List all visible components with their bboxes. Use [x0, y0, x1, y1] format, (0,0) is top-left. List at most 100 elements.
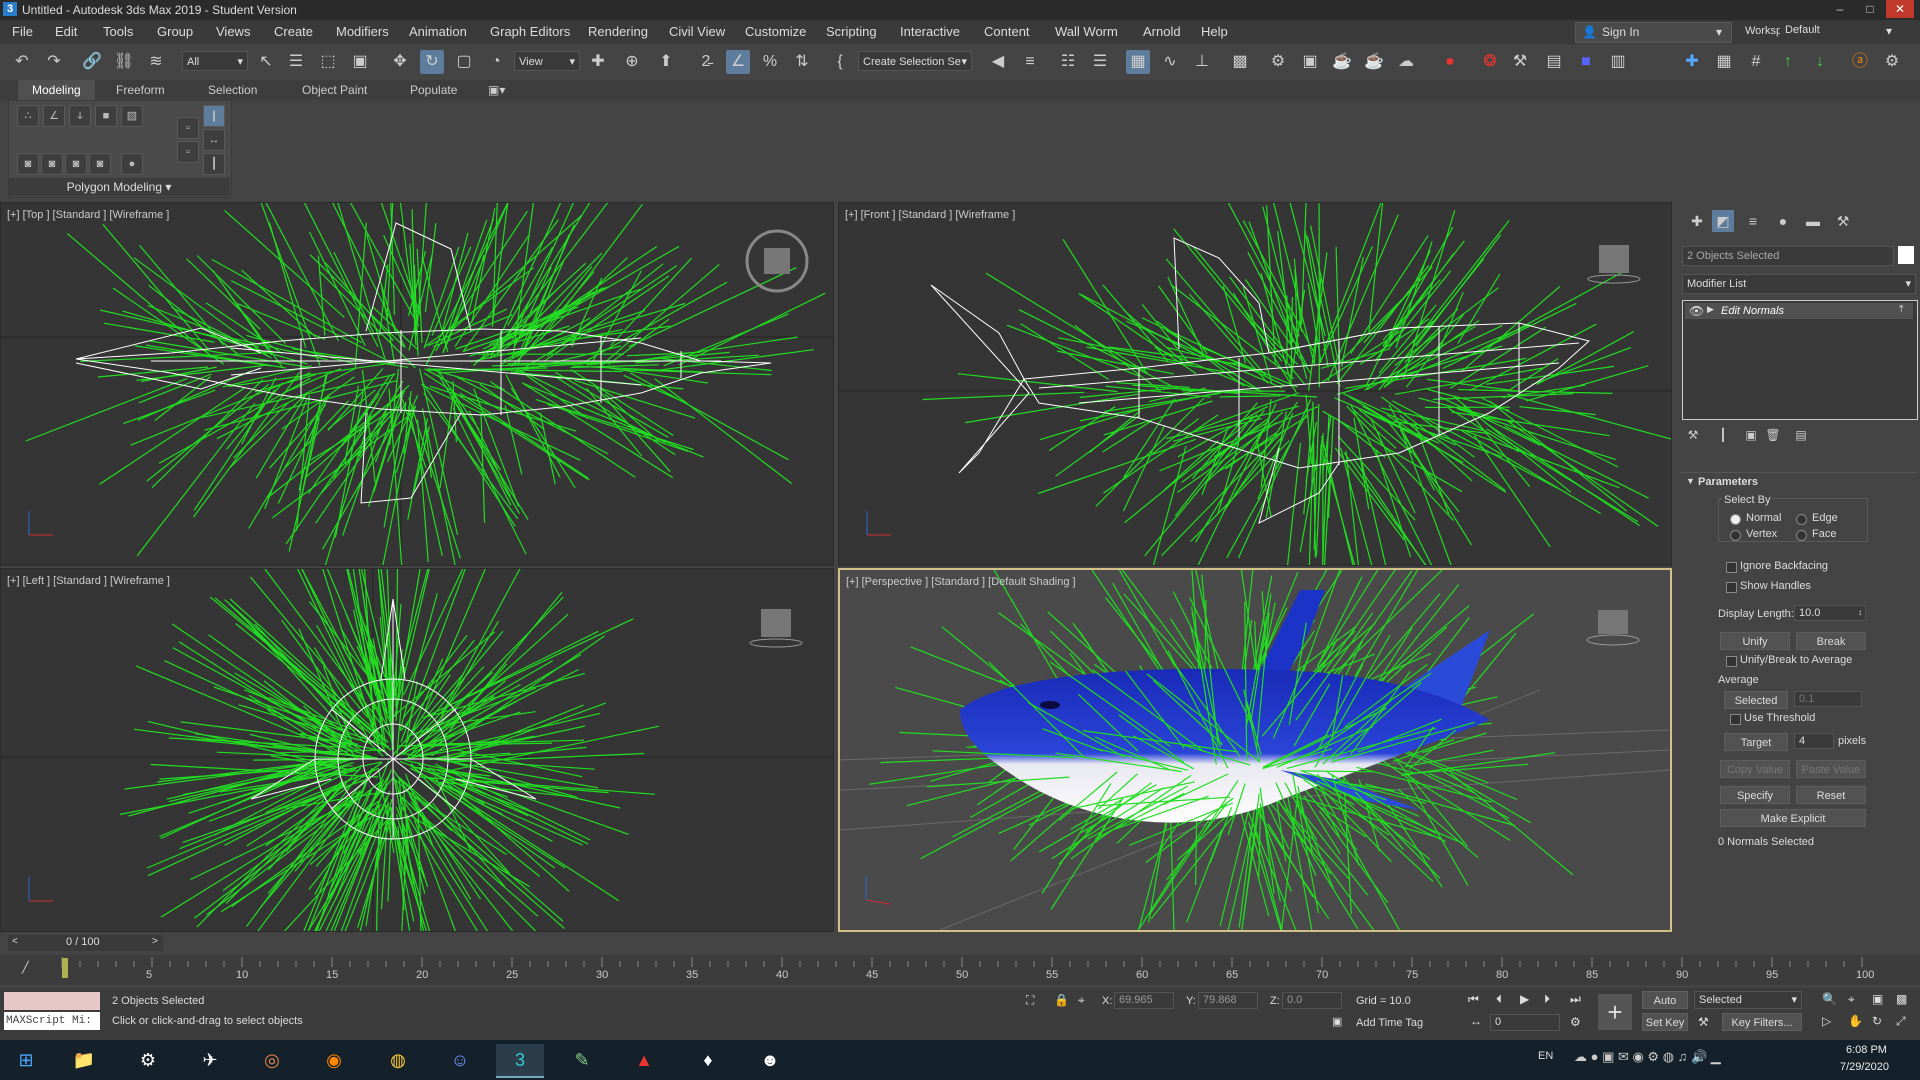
configure-sets-icon[interactable]: ▤	[1790, 424, 1812, 446]
ribbon-options-icon[interactable]: ▣▾	[474, 80, 519, 100]
firefox-icon[interactable]: ◉	[310, 1044, 358, 1076]
create-tab-icon[interactable]: ✚	[1686, 210, 1708, 232]
show-end-result-icon[interactable]: ┃	[1712, 424, 1734, 446]
curve-editor-toggle-icon[interactable]: ╱	[22, 961, 29, 974]
discord-icon[interactable]: ☺	[436, 1044, 484, 1076]
viewport-left[interactable]: [+] [Left ] [Standard ] [Wireframe ]	[0, 568, 834, 932]
viewport-perspective[interactable]: [+] [Perspective ] [Standard ] [Default …	[838, 568, 1672, 932]
vmf-icon[interactable]: ▥	[1606, 50, 1630, 74]
go-to-start-icon[interactable]: ⏮	[1468, 992, 1479, 1007]
lightmap-icon[interactable]: ■	[1574, 50, 1598, 74]
rendered-frame-icon[interactable]: ▣	[1298, 50, 1322, 74]
go-to-end-icon[interactable]: ⏭	[1570, 992, 1581, 1007]
target-spinner[interactable]: 4	[1794, 733, 1834, 749]
chrome-icon[interactable]: ◍	[374, 1044, 422, 1076]
bind-space-warp-icon[interactable]: ≋	[144, 50, 168, 74]
time-tag-icon[interactable]: ▣	[1332, 1015, 1342, 1028]
tab-selection[interactable]: Selection	[194, 80, 271, 100]
redo-icon[interactable]: ↷	[42, 50, 66, 74]
schematic-view-icon[interactable]: ⊥	[1190, 50, 1214, 74]
select-object-icon[interactable]: ↖	[254, 50, 278, 74]
scale-icon[interactable]: ▢	[452, 50, 476, 74]
show-cage-icon[interactable]: ↔	[203, 129, 225, 151]
menu-customize[interactable]: Customize	[745, 24, 806, 39]
absolute-mode-icon[interactable]: ⌖	[1078, 993, 1085, 1008]
border-icon[interactable]: ↆ	[69, 105, 91, 127]
polygon-modeling-label[interactable]: Polygon Modeling ▾	[8, 178, 230, 196]
viewcube-top[interactable]	[745, 229, 809, 293]
zoom-all-icon[interactable]: ⌖	[1848, 992, 1855, 1007]
grid-hash-icon[interactable]: #	[1744, 50, 1768, 74]
snap-plus-icon[interactable]: ✚	[1680, 50, 1704, 74]
keyboard-shortcut-icon[interactable]: ⬆	[654, 50, 678, 74]
hierarchy-tab-icon[interactable]: ≡	[1742, 210, 1764, 232]
acrobat-icon[interactable]: ▲	[620, 1044, 668, 1076]
radio-face[interactable]	[1796, 530, 1807, 541]
y-coordinate-field[interactable]: 79.868	[1198, 992, 1258, 1009]
preserve-uvs-icon[interactable]: ◙	[41, 153, 63, 175]
close-button[interactable]: ✕	[1886, 0, 1914, 18]
stack-item[interactable]: 👁 ▶ Edit Normals ⤒	[1685, 303, 1913, 319]
menu-group[interactable]: Group	[157, 24, 193, 39]
selection-filter-select[interactable]: All ▾	[182, 51, 248, 71]
move-icon[interactable]: ✥	[388, 50, 412, 74]
next-frame-icon[interactable]: >	[152, 936, 158, 947]
current-frame-field[interactable]: 0	[1490, 1014, 1560, 1031]
set-key-button[interactable]: Set Key	[1642, 1013, 1688, 1031]
modifier-list-select[interactable]: Modifier List ▾	[1682, 274, 1916, 294]
tray-icons[interactable]: ☁ ● ▣ ✉ ◉ ⚙ ◍ ♫ 🔊 ▁	[1574, 1049, 1721, 1065]
render-setup-icon[interactable]: ⚙	[1266, 50, 1290, 74]
workspace-select[interactable]: Default ▾	[1780, 22, 1900, 41]
average-target-button[interactable]: Target	[1724, 733, 1788, 751]
field-of-view-icon[interactable]: ▷	[1822, 1014, 1831, 1028]
isolate-selection-icon[interactable]: ⛶	[1026, 993, 1034, 1008]
app-icon[interactable]: 3	[3, 2, 17, 16]
menu-create[interactable]: Create	[274, 24, 313, 39]
layer-explorer-icon[interactable]: ☰	[1088, 50, 1112, 74]
menu-arnold[interactable]: Arnold	[1143, 24, 1181, 39]
prev-frame-icon[interactable]: <	[12, 936, 18, 947]
remove-modifier-icon[interactable]: 🗑	[1762, 424, 1784, 446]
edit-named-selection-icon[interactable]: {	[828, 50, 852, 74]
reset-button[interactable]: Reset	[1796, 786, 1866, 804]
auto-key-button[interactable]: Auto Key	[1642, 991, 1688, 1025]
placement-icon[interactable]: ◔	[484, 50, 508, 74]
menu-civil-view[interactable]: Civil View	[669, 24, 725, 39]
key-mode-toggle-icon[interactable]: ↔	[1470, 1014, 1482, 1028]
previous-modifier-icon[interactable]: ▫	[177, 117, 199, 139]
collapse-arrow-icon[interactable]: ▼	[1686, 476, 1695, 486]
previous-key-icon[interactable]: ⏴	[1496, 992, 1502, 1007]
maximize-viewport-icon[interactable]: ⤢	[1896, 1014, 1906, 1029]
toggle-ribbon-icon[interactable]: ▦	[1126, 50, 1150, 74]
maximize-button[interactable]: □	[1856, 0, 1884, 18]
snaps-toggle-icon[interactable]: 2̵	[694, 50, 718, 74]
display-tab-icon[interactable]: ▬	[1802, 210, 1824, 232]
menu-file[interactable]: File	[12, 24, 33, 39]
menu-rendering[interactable]: Rendering	[588, 24, 648, 39]
arnold-icon[interactable]: ⓐ	[1848, 50, 1872, 74]
notepad-icon[interactable]: ✎	[558, 1044, 606, 1076]
toggle-command-panel-icon[interactable]: ●	[121, 153, 143, 175]
break-button[interactable]: Break	[1796, 632, 1866, 650]
render-iterative-icon[interactable]: ☕	[1362, 50, 1386, 74]
selection-lock-icon[interactable]: 🔒	[1054, 993, 1069, 1007]
add-time-tag[interactable]: Add Time Tag	[1356, 1017, 1423, 1029]
tab-modeling[interactable]: Modeling	[18, 80, 95, 100]
record-icon[interactable]: ●	[1438, 50, 1462, 74]
edge-icon[interactable]: ∠	[43, 105, 65, 127]
viewport-left-label[interactable]: [+] [Left ] [Standard ] [Wireframe ]	[7, 575, 170, 587]
start-button-icon[interactable]: ⊞	[2, 1044, 50, 1076]
x-coordinate-field[interactable]: 69.965	[1114, 992, 1174, 1009]
down-tree-icon[interactable]: ↓	[1808, 50, 1832, 74]
modify-mode-icon[interactable]: ◙	[17, 153, 39, 175]
paste-value-button[interactable]: Paste Value	[1796, 760, 1866, 778]
selection-info-field[interactable]: 2 Objects Selected	[1682, 246, 1894, 266]
select-manipulate-icon[interactable]: ⊕	[620, 50, 644, 74]
maxscript-mini-input[interactable]: MAXScript Mi:	[4, 1012, 100, 1030]
render-production-icon[interactable]: ☕	[1330, 50, 1354, 74]
hammer-icon[interactable]: ⚒	[1508, 50, 1532, 74]
viewport-top[interactable]: [+] [Top ] [Standard ] [Wireframe ]	[0, 202, 834, 566]
undo-icon[interactable]: ↶	[10, 50, 34, 74]
rotate-icon[interactable]: ↻	[420, 50, 444, 74]
eye-icon[interactable]: 👁	[1689, 304, 1704, 318]
